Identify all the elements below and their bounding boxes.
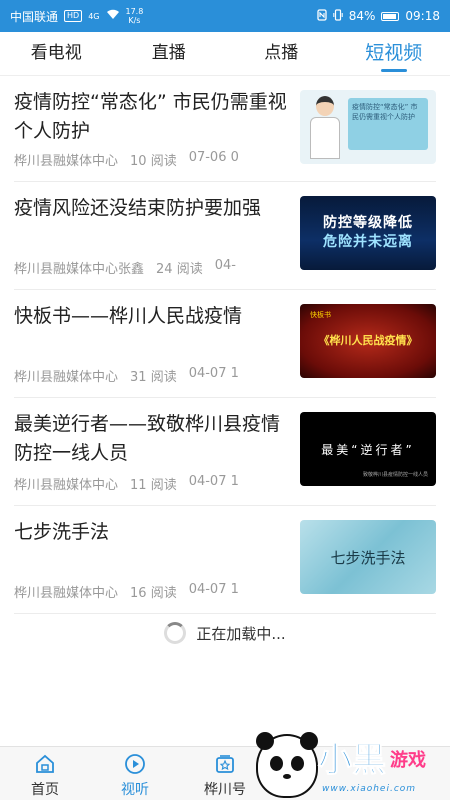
item-date: 04- xyxy=(214,258,236,273)
item-title[interactable]: 疫情风险还没结束防护要加强 xyxy=(14,194,292,223)
tab-live[interactable]: 直播 xyxy=(113,32,226,75)
nav-home-label: 首页 xyxy=(31,782,59,798)
item-source: 桦川县融媒体中心 xyxy=(14,586,119,601)
carrier-label: 中国联通 xyxy=(10,9,59,24)
item-meta: 桦川县融媒体中心 16 阅读 04-07 1 xyxy=(14,582,286,601)
item-source: 桦川县融媒体中心 xyxy=(14,370,119,385)
thumb-sub: 致敬桦川县疫情防控一线人员 xyxy=(362,472,428,478)
item-thumbnail[interactable]: 快板书 《桦川人民战疫情》 xyxy=(300,304,436,378)
thumb-text: 《桦川人民战疫情》 xyxy=(318,334,418,347)
site-watermark: 小黑 游戏 www.xiaohei.com xyxy=(256,730,446,798)
item-title[interactable]: 快板书——桦川人民战疫情 xyxy=(14,302,292,331)
nfc-icon xyxy=(317,8,327,24)
thumb-line-1: 防控等级降低 xyxy=(323,215,413,231)
watermark-game: 游戏 xyxy=(390,750,426,771)
net-speed-unit: K/s xyxy=(128,16,141,25)
item-thumbnail[interactable]: 七步洗手法 xyxy=(300,520,436,594)
battery-percent: 84% xyxy=(348,9,376,23)
list-item[interactable]: 疫情风险还没结束防护要加强 桦川县融媒体中心张鑫 24 阅读 04- 防控等级降… xyxy=(14,182,436,290)
spinner-icon xyxy=(164,622,187,644)
item-meta: 桦川县融媒体中心 10 阅读 07-06 0 xyxy=(14,150,286,169)
thumb-text: 七步洗手法 xyxy=(330,548,406,567)
nav-home[interactable]: 首页 xyxy=(0,747,90,800)
battery-icon xyxy=(381,11,400,21)
watermark-brand: 小黑 xyxy=(318,740,387,781)
thumb-text: 疫情防控“常态化” 市民仍需重视个人防护 xyxy=(348,98,428,150)
item-reads: 24 阅读 xyxy=(156,262,203,277)
list-item[interactable]: 七步洗手法 桦川县融媒体中心 16 阅读 04-07 1 七步洗手法 xyxy=(14,506,436,614)
hd-badge: HD xyxy=(64,10,83,22)
item-date: 04-07 1 xyxy=(188,474,239,489)
nav-av-label: 视听 xyxy=(121,782,149,798)
wifi-icon xyxy=(106,9,120,23)
watermark-url: www.xiaohei.com xyxy=(322,784,417,794)
loading-indicator: 正在加载中... xyxy=(0,618,450,648)
top-tabs: 看电视 直播 点播 短视频 xyxy=(0,32,450,76)
item-meta: 桦川县融媒体中心 31 阅读 04-07 1 xyxy=(14,366,286,385)
network-type: 4G xyxy=(88,11,100,21)
nav-huachuan-hao-label: 桦川号 xyxy=(204,782,246,798)
item-reads: 11 阅读 xyxy=(130,478,177,493)
item-thumbnail[interactable]: 防控等级降低 危险并未远离 xyxy=(300,196,436,270)
net-speed-value: 17.8 xyxy=(125,7,144,16)
net-speed: 17.8 K/s xyxy=(126,7,144,25)
tab-short-video[interactable]: 短视频 xyxy=(338,32,450,75)
thumb-line-2: 危险并未远离 xyxy=(323,234,413,250)
item-meta: 桦川县融媒体中心 11 阅读 04-07 1 xyxy=(14,474,286,493)
item-reads: 10 阅读 xyxy=(130,154,177,169)
list-item[interactable]: 最美逆行者——致敬桦川县疫情防控一线人员 桦川县融媒体中心 11 阅读 04-0… xyxy=(14,398,436,506)
status-bar: 中国联通 HD 4G 17.8 K/s 84% 09:18 xyxy=(0,0,450,32)
item-source: 桦川县融媒体中心张鑫 xyxy=(14,262,145,277)
loading-text: 正在加载中... xyxy=(196,624,286,643)
item-date: 07-06 0 xyxy=(188,150,239,165)
item-reads: 16 阅读 xyxy=(130,586,177,601)
vibrate-icon xyxy=(333,8,343,24)
item-source: 桦川县融媒体中心 xyxy=(14,154,119,169)
clock: 09:18 xyxy=(405,9,440,23)
item-source: 桦川县融媒体中心 xyxy=(14,478,119,493)
tab-watch-tv[interactable]: 看电视 xyxy=(0,32,113,75)
item-reads: 31 阅读 xyxy=(130,370,177,385)
tab-on-demand[interactable]: 点播 xyxy=(225,32,338,75)
doctor-illustration xyxy=(310,96,340,162)
thumb-text: 最美“逆行者” xyxy=(321,442,415,457)
list-item[interactable]: 快板书——桦川人民战疫情 桦川县融媒体中心 31 阅读 04-07 1 快板书 … xyxy=(14,290,436,398)
item-thumbnail[interactable]: 疫情防控“常态化” 市民仍需重视个人防护 xyxy=(300,90,436,164)
item-title[interactable]: 疫情防控“常态化” 市民仍需重视个人防护 xyxy=(14,88,292,146)
panda-logo xyxy=(256,732,318,798)
list-item[interactable]: 疫情防控“常态化” 市民仍需重视个人防护 桦川县融媒体中心 10 阅读 07-0… xyxy=(14,76,436,182)
star-box-icon xyxy=(214,753,236,779)
item-title[interactable]: 最美逆行者——致敬桦川县疫情防控一线人员 xyxy=(14,410,292,468)
item-date: 04-07 1 xyxy=(188,366,239,381)
item-title[interactable]: 七步洗手法 xyxy=(14,518,292,547)
home-icon xyxy=(34,753,56,779)
thumb-small: 快板书 xyxy=(310,311,331,319)
item-meta: 桦川县融媒体中心张鑫 24 阅读 04- xyxy=(14,258,286,277)
play-icon xyxy=(124,753,146,779)
video-list: 疫情防控“常态化” 市民仍需重视个人防护 桦川县融媒体中心 10 阅读 07-0… xyxy=(0,76,450,614)
item-date: 04-07 1 xyxy=(188,582,239,597)
item-thumbnail[interactable]: 最美“逆行者” 致敬桦川县疫情防控一线人员 xyxy=(300,412,436,486)
nav-av[interactable]: 视听 xyxy=(90,747,180,800)
